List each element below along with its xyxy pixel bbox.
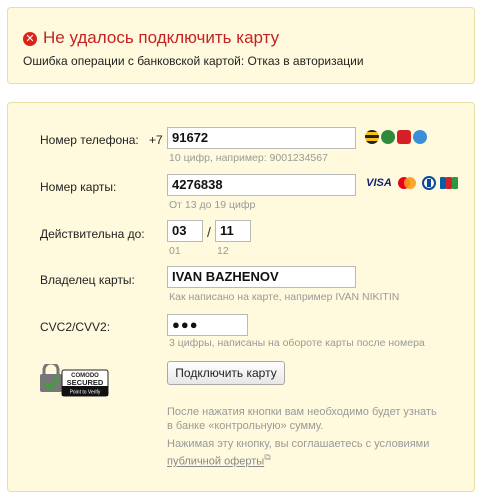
tele2-icon	[413, 130, 427, 144]
connect-card-button[interactable]: Подключить карту	[167, 361, 285, 385]
public-offer-link[interactable]: публичной оферты	[167, 456, 264, 468]
note1-line1: После нажатия кнопки вам необходимо буде…	[167, 406, 437, 418]
note1-line2: в банке «контрольную» сумму.	[167, 420, 324, 432]
holder-label: Владелец карты:	[40, 273, 135, 287]
holder-hint: Как написано на карте, например IVAN NIK…	[169, 291, 400, 303]
mts-icon	[397, 130, 411, 144]
megafon-icon	[381, 130, 395, 144]
cvc-input[interactable]: ●●●	[167, 314, 248, 336]
holder-input[interactable]: IVAN BAZHENOV	[167, 266, 356, 288]
expiry-label: Действительна до:	[40, 227, 145, 241]
phone-prefix: +7	[149, 133, 163, 147]
card-number-hint: От 13 до 19 цифр	[169, 199, 256, 211]
phone-input[interactable]: 91672	[167, 127, 356, 149]
phone-label: Номер телефона:	[40, 133, 139, 147]
cvc-label: CVC2/CVV2:	[40, 320, 111, 334]
error-title: Не удалось подключить карту	[43, 28, 280, 47]
external-link-icon: ⧉	[264, 452, 271, 462]
diners-icon	[421, 176, 437, 190]
card-number-label: Номер карты:	[40, 180, 117, 194]
card-number-input[interactable]: 4276838	[167, 174, 356, 196]
expiry-year-hint: 12	[217, 245, 229, 257]
phone-hint: 10 цифр, например: 9001234567	[169, 152, 328, 164]
mastercard-icon	[396, 176, 418, 190]
comodo-secured-badge[interactable]: COMODO SECURED Point to Verify	[40, 361, 110, 405]
cvc-hint: 3 цифры, написаны на обороте карты после…	[169, 337, 425, 349]
offer-note: публичной оферты⧉	[167, 452, 271, 468]
expiry-month-input[interactable]: 03	[167, 220, 203, 242]
beeline-icon	[365, 130, 379, 144]
visa-icon: VISA	[366, 177, 392, 189]
expiry-year-input[interactable]: 11	[215, 220, 251, 242]
error-detail: Ошибка операции с банковской картой: Отк…	[23, 54, 364, 68]
error-icon: ✕	[23, 32, 37, 46]
note2-line1: Нажимая эту кнопку, вы соглашаетесь с ус…	[167, 438, 430, 450]
badge-line3: Point to Verify	[70, 390, 101, 396]
error-panel: ✕ Не удалось подключить карту Ошибка опе…	[7, 7, 475, 84]
jcb-icon	[440, 176, 458, 190]
badge-line2: SECURED	[67, 378, 104, 387]
expiry-separator: /	[207, 224, 211, 240]
expiry-month-hint: 01	[169, 245, 181, 257]
